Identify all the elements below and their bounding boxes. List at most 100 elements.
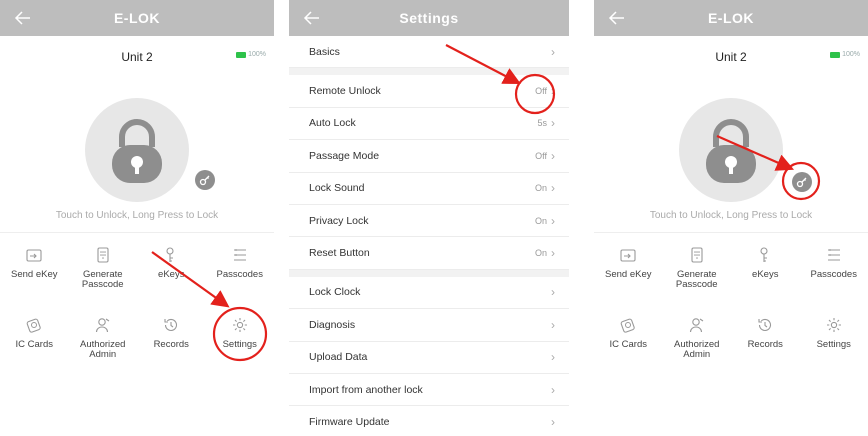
settings-row-label: Privacy Lock — [309, 214, 369, 227]
action-label: Settings — [816, 339, 851, 350]
settings-row-privacy-lock[interactable]: Privacy Lock On › — [289, 205, 569, 238]
settings-row-value-group: › — [547, 415, 555, 429]
settings-row-label: Lock Sound — [309, 182, 365, 195]
settings-row-value-group: On › — [535, 214, 555, 228]
chevron-right-icon: › — [551, 350, 555, 365]
records-action[interactable]: Records — [731, 312, 800, 376]
back-arrow-icon[interactable] — [606, 7, 628, 29]
action-label: Authorized Admin — [674, 339, 720, 360]
top-bar: E-LOK — [0, 0, 274, 36]
divider — [594, 232, 868, 233]
settings-action[interactable]: Settings — [800, 312, 868, 376]
settings-row-remote-unlock[interactable]: Remote Unlock Off › — [289, 75, 569, 108]
key-toggle-button[interactable] — [792, 172, 812, 192]
settings-row-label: Lock Clock — [309, 286, 361, 299]
send-ekey-action[interactable]: Send eKey — [0, 242, 69, 306]
send-ekey-action[interactable]: Send eKey — [594, 242, 663, 306]
generate-passcode-icon — [691, 247, 703, 263]
settings-row-diagnosis[interactable]: Diagnosis › — [289, 309, 569, 342]
chevron-right-icon: › — [551, 414, 555, 429]
ic-cards-action[interactable]: IC Cards — [594, 312, 663, 376]
settings-row-label: Basics — [309, 45, 340, 58]
battery-percentage: 100% — [248, 51, 266, 58]
settings-action[interactable]: Settings — [206, 312, 275, 376]
authorized-admin-icon — [689, 318, 704, 333]
key-toggle-button[interactable] — [195, 170, 215, 190]
settings-row-lock-sound[interactable]: Lock Sound On › — [289, 173, 569, 205]
page-title: Settings — [399, 10, 459, 26]
action-label: eKeys — [158, 269, 185, 280]
settings-row-firmware-update[interactable]: Firmware Update › — [289, 406, 569, 436]
chevron-right-icon: › — [551, 317, 555, 332]
padlock-icon — [112, 119, 162, 183]
settings-row-import-from-another-lock[interactable]: Import from another lock › — [289, 374, 569, 407]
chevron-right-icon: › — [551, 213, 555, 228]
battery-percentage: 100% — [842, 51, 860, 58]
action-label: Passcodes — [216, 269, 263, 280]
settings-row-value-group: 5s › — [537, 116, 555, 130]
settings-row-value-group: On › — [535, 181, 555, 195]
battery-indicator: 100% — [830, 51, 860, 58]
settings-row-value: Off — [535, 86, 547, 97]
settings-icon — [232, 318, 247, 332]
settings-row-label: Passage Mode — [309, 149, 380, 162]
action-label: Send eKey — [605, 269, 652, 280]
divider — [0, 232, 274, 233]
action-label: Passcodes — [810, 269, 857, 280]
settings-row-value: On — [534, 248, 547, 259]
action-label: Generate Passcode — [81, 269, 124, 290]
settings-row-value-group: › — [547, 45, 555, 59]
back-arrow-icon[interactable] — [301, 7, 323, 29]
battery-indicator: 100% — [236, 51, 266, 58]
records-icon — [164, 318, 178, 331]
settings-row-value: 5s — [537, 118, 547, 129]
settings-row-value-group: Off › — [535, 149, 555, 163]
records-action[interactable]: Records — [137, 312, 206, 376]
unlock-hint: Touch to Unlock, Long Press to Lock — [55, 210, 219, 221]
settings-row-auto-lock[interactable]: Auto Lock 5s › — [289, 108, 569, 141]
passcodes-action[interactable]: Passcodes — [800, 242, 868, 306]
settings-row-lock-clock[interactable]: Lock Clock › — [289, 277, 569, 310]
key-icon — [199, 175, 210, 186]
chevron-right-icon: › — [551, 44, 555, 59]
lock-screen-panel: E-LOK Unit 2 100% Touch to Unlock, Long … — [594, 0, 868, 436]
ekeys-action[interactable]: eKeys — [137, 242, 206, 306]
authorized-admin-action[interactable]: Authorized Admin — [663, 312, 732, 376]
passcodes-action[interactable]: Passcodes — [206, 242, 275, 306]
settings-row-reset-button[interactable]: Reset Button On › — [289, 237, 569, 270]
unlock-button[interactable] — [85, 98, 189, 202]
generate-passcode-action[interactable]: Generate Passcode — [69, 242, 138, 306]
settings-list: Basics › Remote Unlock Off › Auto Lock 5s › Pass… — [289, 36, 569, 436]
action-label: Generate Passcode — [675, 269, 718, 290]
back-arrow-icon[interactable] — [12, 7, 34, 29]
send-ekey-icon — [620, 249, 636, 262]
settings-row-passage-mode[interactable]: Passage Mode Off › — [289, 140, 569, 173]
generate-passcode-action[interactable]: Generate Passcode — [663, 242, 732, 306]
top-bar: E-LOK — [594, 0, 868, 36]
authorized-admin-action[interactable]: Authorized Admin — [69, 312, 138, 376]
page-title: E-LOK — [707, 10, 755, 26]
send-ekey-icon — [26, 249, 42, 262]
settings-row-value-group: Off › — [535, 84, 555, 98]
ekeys-action[interactable]: eKeys — [731, 242, 800, 306]
settings-row-label: Upload Data — [309, 351, 368, 364]
settings-row-label: Diagnosis — [309, 318, 356, 331]
ic-cards-action[interactable]: IC Cards — [0, 312, 69, 376]
padlock-icon — [706, 119, 756, 183]
battery-icon — [830, 51, 841, 58]
settings-row-upload-data[interactable]: Upload Data › — [289, 342, 569, 374]
top-bar: Settings — [289, 0, 569, 36]
records-icon — [758, 318, 772, 331]
unlock-button[interactable] — [679, 98, 783, 202]
settings-row-basics[interactable]: Basics › — [289, 36, 569, 69]
chevron-right-icon: › — [551, 285, 555, 300]
page-title: E-LOK — [113, 10, 161, 26]
passcodes-icon — [827, 249, 840, 261]
action-label: IC Cards — [15, 339, 53, 350]
action-grid: Send eKey Generate Passcode eKeys Passcodes… — [594, 242, 868, 376]
authorized-admin-icon — [95, 318, 110, 333]
settings-row-value-group: › — [547, 383, 555, 397]
chevron-right-icon: › — [551, 246, 555, 261]
action-label: Send eKey — [11, 269, 58, 280]
ic-cards-icon — [26, 318, 41, 333]
